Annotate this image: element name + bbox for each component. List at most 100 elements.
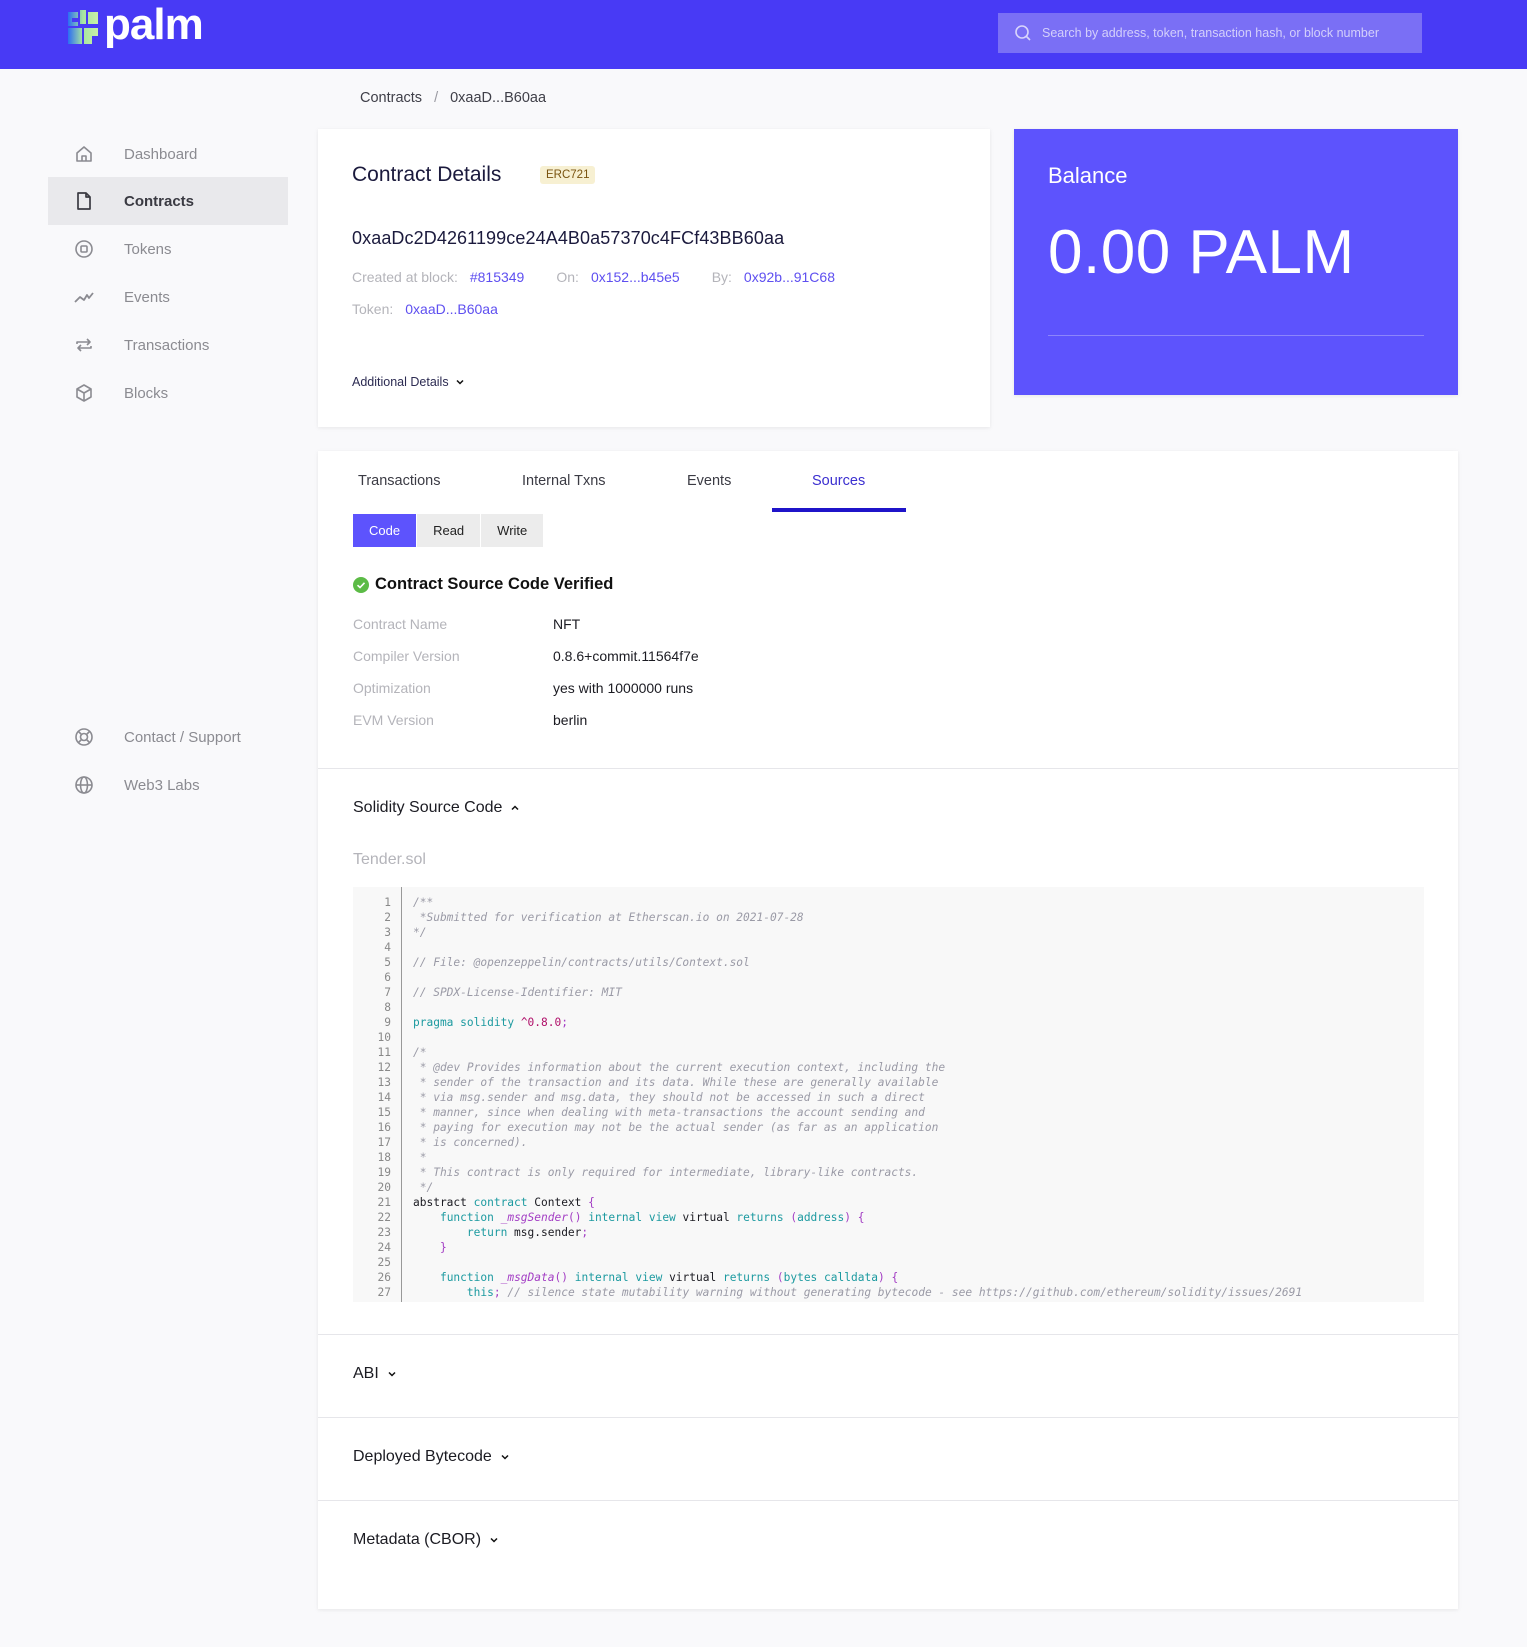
info-row-contract-name: Contract Name NFT: [353, 616, 580, 632]
creation-tx-link[interactable]: 0x152...b45e5: [591, 269, 680, 285]
sidebar-item-events[interactable]: Events: [48, 273, 288, 321]
deployed-bytecode-toggle[interactable]: Deployed Bytecode: [353, 1448, 510, 1466]
read-button[interactable]: Read: [417, 514, 482, 547]
chevron-down-icon: [501, 1454, 509, 1460]
info-value: 0.8.6+commit.11564f7e: [553, 648, 699, 664]
breadcrumb-current: 0xaaD...B60aa: [450, 90, 547, 106]
divider: [318, 1417, 1458, 1418]
created-block-link[interactable]: #815349: [470, 269, 525, 285]
source-filename: Tender.sol: [353, 851, 426, 868]
info-value: NFT: [553, 616, 581, 632]
line-number: 8: [384, 1001, 391, 1014]
line-number: 23: [377, 1226, 391, 1239]
tab-sources[interactable]: Sources: [812, 473, 865, 489]
file-icon: [77, 192, 91, 210]
divider: [318, 1334, 1458, 1335]
chevron-down-icon: [388, 1371, 396, 1377]
line-number: 21: [377, 1196, 391, 1209]
line-number: 25: [377, 1256, 391, 1269]
code-viewer[interactable]: 1 2 3 4 5 6 7 8 9 10 11 12 13 14 15 16 17 18 19 20 21 22 23 24 2…: [353, 887, 1424, 1302]
abi-toggle[interactable]: ABI: [353, 1365, 397, 1383]
verified-heading: Contract Source Code Verified: [353, 575, 613, 594]
sidebar-item-label: Contact / Support: [124, 728, 241, 746]
additional-details-toggle[interactable]: Additional Details: [352, 375, 465, 389]
line-number: 9: [384, 1016, 391, 1029]
line-number: 10: [377, 1031, 391, 1044]
sidebar-item-blocks[interactable]: Blocks: [48, 369, 288, 417]
sidebar-item-contact-support[interactable]: Contact / Support: [48, 713, 288, 761]
sidebar-item-label: Blocks: [124, 384, 169, 402]
code-line: * is concerned).: [413, 1136, 528, 1149]
balance-label: Balance: [1048, 163, 1128, 188]
line-number: 27: [377, 1286, 391, 1299]
line-number: 20: [377, 1181, 391, 1194]
sidebar-item-label: Dashboard: [124, 145, 198, 163]
on-label: On:: [556, 269, 579, 285]
tab-internal-txns[interactable]: Internal Txns: [522, 473, 606, 489]
token-link[interactable]: 0xaaD...B60aa: [405, 301, 498, 317]
code-line: function _msgSender() internal view virt…: [439, 1211, 865, 1224]
logo[interactable]: palm: [64, 3, 204, 48]
additional-details-label: Additional Details: [352, 375, 449, 389]
info-value: yes with 1000000 runs: [553, 680, 694, 696]
sidebar-item-web3-labs[interactable]: Web3 Labs: [48, 761, 288, 809]
line-number: 17: [377, 1136, 391, 1149]
creator-address-link[interactable]: 0x92b...91C68: [744, 269, 835, 285]
token-info: Token: 0xaaD...B60aa: [352, 301, 518, 317]
sidebar-item-label: Contracts: [124, 192, 195, 210]
by-label: By:: [711, 269, 732, 285]
code-line: * via msg.sender and msg.data, they shou…: [413, 1091, 925, 1104]
contract-details-card: Contract Details ERC721 0xaaDc2D4261199c…: [318, 129, 990, 427]
sidebar-item-dashboard[interactable]: Dashboard: [48, 130, 288, 178]
info-row-evm-version: EVM Version berlin: [353, 712, 587, 728]
line-number: 26: [377, 1271, 391, 1284]
source-code: /** *Submitted for verification at Ether…: [413, 895, 1302, 1300]
code-line: * paying for execution may not be the ac…: [413, 1121, 939, 1134]
info-key: Compiler Version: [353, 648, 460, 664]
palm-logo-icon: [64, 8, 102, 48]
swap-icon: [76, 338, 92, 352]
line-number: 22: [377, 1211, 391, 1224]
line-number: 1: [384, 896, 391, 909]
lifebuoy-icon: [75, 728, 93, 746]
metadata-cbor-toggle[interactable]: Metadata (CBOR): [353, 1531, 499, 1549]
line-number: 18: [377, 1151, 391, 1164]
sidebar-item-tokens[interactable]: Tokens: [48, 225, 288, 273]
line-number: 24: [377, 1241, 391, 1254]
code-line: * @dev Provides information about the cu…: [413, 1061, 946, 1074]
search-input[interactable]: [1042, 26, 1402, 40]
code-line: }: [439, 1241, 447, 1254]
write-button[interactable]: Write: [481, 514, 545, 547]
line-number: 4: [384, 941, 391, 954]
solidity-source-toggle[interactable]: Solidity Source Code: [353, 799, 520, 817]
tab-transactions[interactable]: Transactions: [358, 473, 440, 489]
code-line: /**: [413, 896, 434, 909]
sidebar-item-label: Events: [124, 288, 170, 306]
divider: [1048, 335, 1424, 336]
tab-events[interactable]: Events: [687, 473, 731, 489]
search-bar[interactable]: [998, 13, 1422, 53]
section-label: Deployed Bytecode: [353, 1448, 492, 1465]
info-value: berlin: [553, 712, 588, 728]
breadcrumb: Contracts / 0xaaD...B60aa: [360, 90, 546, 106]
code-line: * This contract is only required for int…: [413, 1166, 919, 1179]
token-label: Token:: [352, 301, 394, 317]
code-line: * manner, since when dealing with meta-t…: [413, 1106, 925, 1119]
token-standard-badge: ERC721: [540, 166, 596, 184]
balance-card: Balance 0.00 PALM: [1014, 129, 1458, 395]
chevron-down-icon: [490, 1537, 498, 1543]
top-bar: palm: [0, 0, 1527, 69]
chevron-down-icon: [456, 379, 464, 385]
section-label: ABI: [353, 1365, 379, 1382]
breadcrumb-contracts[interactable]: Contracts: [360, 90, 422, 106]
sidebar-item-transactions[interactable]: Transactions: [48, 321, 288, 369]
contract-tabs-card: Transactions Internal Txns Events Source…: [318, 451, 1458, 1609]
verified-title: Contract Source Code Verified: [375, 575, 614, 593]
code-button[interactable]: Code: [353, 514, 418, 547]
sidebar-item-contracts[interactable]: Contracts: [48, 177, 288, 225]
code-line: *Submitted for verification at Etherscan…: [413, 911, 804, 924]
info-row-optimization: Optimization yes with 1000000 runs: [353, 680, 693, 696]
code-line: return msg.sender;: [466, 1226, 589, 1239]
code-line: /*: [413, 1046, 427, 1059]
